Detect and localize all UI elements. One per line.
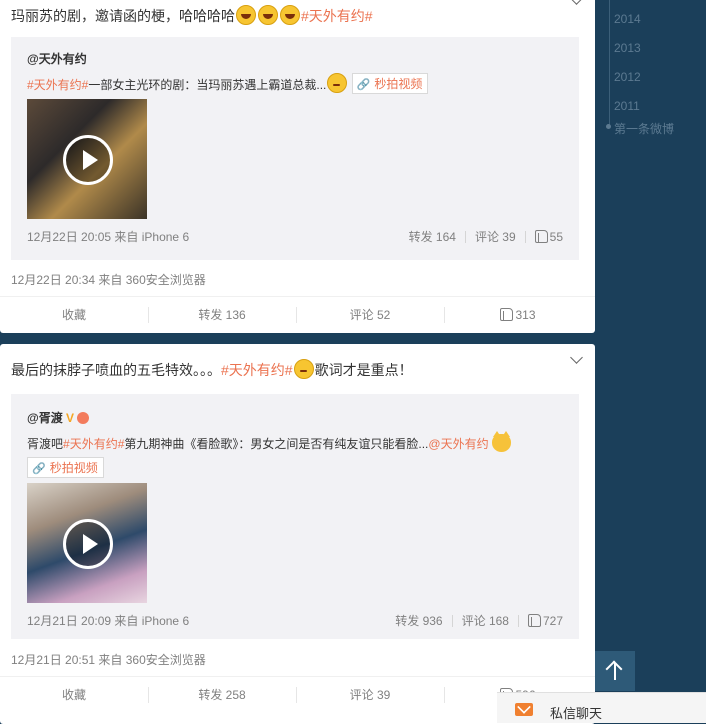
topic-tag-link[interactable]: #天外有约#: [27, 78, 88, 92]
video-thumbnail[interactable]: [27, 99, 147, 219]
video-link[interactable]: 🔗 秒拍视频: [27, 457, 104, 478]
repost-stats: 转发 164 评论 39 55: [409, 228, 563, 245]
topic-tag-link[interactable]: #天外有约#: [221, 362, 293, 378]
chat-label: 私信聊天: [550, 706, 603, 721]
repost-button[interactable]: 转发 136: [148, 297, 296, 333]
laugh-emoji-icon: [280, 5, 300, 25]
repost-username-link[interactable]: @胥渡 V: [27, 409, 90, 426]
repost-like-link[interactable]: 55: [534, 230, 563, 244]
timeline-year-2011[interactable]: 2011: [614, 99, 640, 113]
back-to-top-button[interactable]: [595, 651, 635, 691]
favorite-button[interactable]: 收藏: [0, 297, 148, 333]
repost-like-link[interactable]: 727: [527, 614, 563, 628]
play-icon[interactable]: [63, 135, 113, 185]
video-thumbnail[interactable]: [27, 483, 147, 603]
video-link[interactable]: 🔗 秒拍视频: [351, 73, 429, 94]
laugh-emoji-icon: [258, 5, 278, 25]
comment-button[interactable]: 评论 39: [296, 677, 444, 713]
timeline-dot: [606, 124, 611, 129]
comment-button[interactable]: 评论 52: [296, 297, 444, 333]
play-icon[interactable]: [63, 519, 113, 569]
link-icon: 🔗: [32, 463, 46, 475]
like-button[interactable]: 313: [444, 297, 592, 333]
timeline-year-2013[interactable]: 2013: [614, 41, 641, 55]
first-post-link[interactable]: 第一条微博: [614, 120, 674, 137]
smile-emoji-icon: [293, 359, 314, 379]
link-icon: 🔗: [356, 79, 371, 91]
repost-meta: 12月22日 20:05 来自 iPhone 6: [27, 230, 190, 244]
repost-username-link[interactable]: @天外有约: [27, 50, 87, 67]
feed-card: 玛丽苏的剧，邀请函的梗，哈哈哈哈 #天外有约# @天外有约 #天外有约#一部女主光…: [0, 0, 595, 333]
repost-text: 胥渡吧#天外有约#第九期神曲《看脸歌》：男女之间是否有纯友谊只能看脸...@天外…: [27, 431, 511, 452]
action-bar: 收藏 转发 136 评论 52 313: [0, 296, 595, 333]
mention-link[interactable]: @天外有约: [428, 437, 488, 451]
chevron-down-icon[interactable]: [570, 0, 583, 5]
topic-tag-link[interactable]: #天外有约#: [63, 437, 124, 451]
badge-icon: [77, 412, 90, 424]
repost-stats: 转发 936 评论 168 727: [395, 612, 563, 629]
feed-card: 最后的抹脖子喷血的五毛特效。。。#天外有约# 歌词才是重点！ @胥渡 V 胥渡吧#…: [0, 344, 595, 724]
repost-text: #天外有约#一部女主光环的剧：当玛丽苏遇上霸道总裁... 🔗 秒拍视频: [27, 73, 429, 94]
post-meta: 12月21日 20:51 来自 360安全浏览器: [11, 653, 206, 667]
topic-tag-link[interactable]: #天外有约#: [301, 8, 373, 24]
thumbs-up-icon: [527, 614, 541, 627]
cat-emoji-icon: [491, 431, 511, 452]
timeline-line: [609, 0, 610, 126]
repost-meta: 12月21日 20:09 来自 iPhone 6: [27, 614, 190, 628]
repost-forward-link[interactable]: 转发 936: [395, 614, 442, 628]
chevron-down-icon[interactable]: [570, 351, 583, 364]
post-meta: 12月22日 20:34 来自 360安全浏览器: [11, 273, 206, 287]
timeline-year-2012[interactable]: 2012: [614, 70, 641, 84]
repost-box: @胥渡 V 胥渡吧#天外有约#第九期神曲《看脸歌》：男女之间是否有纯友谊只能看脸…: [11, 394, 579, 639]
timeline-year-2014[interactable]: 2014: [614, 12, 641, 26]
repost-forward-link[interactable]: 转发 164: [409, 230, 456, 244]
repost-button[interactable]: 转发 258: [148, 677, 296, 713]
repost-comment-link[interactable]: 评论 39: [475, 230, 516, 244]
post-text: 玛丽苏的剧，邀请函的梗，哈哈哈哈 #天外有约#: [11, 5, 373, 26]
post-text: 最后的抹脖子喷血的五毛特效。。。#天外有约# 歌词才是重点！: [11, 359, 413, 380]
mail-icon: [515, 703, 533, 716]
repost-comment-link[interactable]: 评论 168: [462, 614, 509, 628]
private-chat-bar[interactable]: 私信聊天: [497, 692, 706, 723]
laugh-emoji-icon: [236, 5, 256, 25]
repost-box: @天外有约 #天外有约#一部女主光环的剧：当玛丽苏遇上霸道总裁... 🔗 秒拍视频…: [11, 37, 579, 260]
favorite-button[interactable]: 收藏: [0, 677, 148, 713]
verified-v-icon: V: [66, 411, 75, 425]
grin-emoji-icon: [327, 73, 348, 93]
thumbs-up-icon: [500, 308, 514, 321]
thumbs-up-icon: [534, 230, 548, 243]
